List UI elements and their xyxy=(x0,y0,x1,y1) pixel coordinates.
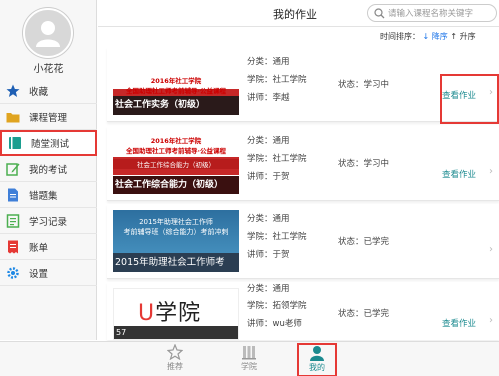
username: 小花花 xyxy=(33,64,64,75)
sidebar-item-course-management[interactable]: 课程管理 xyxy=(0,104,97,130)
bill-icon xyxy=(8,240,18,253)
bottom-tab-bar: 推荐 学院 我的 xyxy=(0,341,499,376)
search-box[interactable] xyxy=(367,4,497,22)
course-status: 状态：已学完 xyxy=(338,309,390,319)
chevron-right-icon: › xyxy=(489,244,493,255)
course-thumbnail: 2016年社工学院 全国助理社工师考前辅导·公益课程 社会工作综合能力（初级） … xyxy=(113,132,239,194)
record-icon xyxy=(6,213,20,228)
course-card[interactable]: 2016年社工学院 全国助理社工师考前辅导·公益课程 社会工作综合能力（初级） … xyxy=(107,126,499,201)
search-input[interactable] xyxy=(388,7,492,20)
gear-icon xyxy=(7,266,19,279)
tab-recommend[interactable]: 推荐 xyxy=(155,344,195,376)
course-category: 分类：通用 xyxy=(247,136,290,146)
course-card[interactable]: 2015年助理社会工作师 考前辅导班（综合能力）考前冲刺 2015年助理社会工作… xyxy=(107,204,499,279)
college-icon xyxy=(242,346,256,360)
sidebar-item-label: 课程管理 xyxy=(29,112,68,124)
sidebar-item-mistakes[interactable]: 错题集 xyxy=(0,182,97,208)
avatar[interactable] xyxy=(23,8,73,58)
course-category: 分类：通用 xyxy=(247,284,290,294)
course-category: 分类：通用 xyxy=(247,214,290,224)
star-icon xyxy=(6,84,20,97)
course-card[interactable]: U学院 57 分类：通用 学院：拓领学院 讲师：wu老师 状态：已学完 查看作业… xyxy=(107,282,499,340)
sidebar-item-study-record[interactable]: 学习记录 xyxy=(0,208,97,234)
tab-mine[interactable]: 我的 xyxy=(297,343,337,376)
course-teacher: 讲师：李越 xyxy=(247,93,290,103)
sidebar-item-label: 学习记录 xyxy=(29,216,68,228)
course-college: 学院：拓领学院 xyxy=(247,301,307,311)
course-status: 状态：已学完 xyxy=(338,237,390,247)
thumbnail-title: 2015年助理社会工作师 考前辅导班（综合能力）考前冲刺 xyxy=(123,218,229,236)
course-thumbnail: 2015年助理社会工作师 考前辅导班（综合能力）考前冲刺 2015年助理社会工作… xyxy=(113,210,239,272)
course-logo: U学院 xyxy=(138,301,202,326)
chevron-right-icon: › xyxy=(489,315,493,326)
thumbnail-title: 2016年社工学院 全国助理社工师考前辅导·公益课程 xyxy=(126,77,226,95)
recommend-icon xyxy=(167,344,183,360)
course-category: 分类：通用 xyxy=(247,57,290,67)
view-homework-link[interactable]: 查看作业 xyxy=(442,317,476,329)
sort-bar: 时间排序： ↓ 降序 ↑ 升序 xyxy=(380,31,476,42)
course-thumbnail: 2016年社工学院 全国助理社工师考前辅导·公益课程 社会工作实务（初级） xyxy=(113,53,239,115)
sidebar-item-label: 设置 xyxy=(29,268,49,280)
sidebar-item-class-test[interactable]: 随堂测试 xyxy=(0,130,97,156)
course-teacher: 讲师：wu老师 xyxy=(247,319,302,329)
tab-label: 我的 xyxy=(309,363,325,372)
book-icon xyxy=(9,137,21,149)
sidebar-item-label: 账单 xyxy=(29,242,49,254)
search-icon xyxy=(374,8,385,19)
course-teacher: 讲师：于贺 xyxy=(247,250,290,260)
chevron-right-icon: › xyxy=(489,166,493,177)
sidebar-menu: 收藏 课程管理 随堂测试 我的考试 错题集 学习记录 账单 设置 xyxy=(0,78,97,286)
course-status: 状态：学习中 xyxy=(338,80,390,90)
document-icon xyxy=(8,188,18,201)
tab-label: 学院 xyxy=(241,362,257,371)
folder-icon xyxy=(6,112,20,122)
thumbnail-caption: 57 xyxy=(114,326,238,339)
course-teacher: 讲师：于贺 xyxy=(247,172,290,182)
user-icon xyxy=(310,346,324,361)
view-homework-link[interactable]: 查看作业 xyxy=(442,168,476,180)
sort-desc-button[interactable]: ↓ 降序 xyxy=(423,32,448,41)
sort-asc-button[interactable]: ↑ 升序 xyxy=(450,32,475,41)
sidebar-item-favorites[interactable]: 收藏 xyxy=(0,78,97,104)
sidebar-item-label: 随堂测试 xyxy=(31,139,70,150)
thumbnail-title: 2016年社工学院 全国助理社工师考前辅导·公益课程 xyxy=(126,137,226,155)
thumbnail-subtitle: 社会工作综合能力（初级） xyxy=(113,159,239,169)
course-status: 状态：学习中 xyxy=(338,159,390,169)
sidebar-item-settings[interactable]: 设置 xyxy=(0,260,97,286)
sort-label: 时间排序： xyxy=(380,32,420,41)
course-thumbnail: U学院 57 xyxy=(113,288,239,340)
thumbnail-caption: 社会工作实务（初级） xyxy=(113,96,239,115)
course-college: 学院：社工学院 xyxy=(247,232,307,242)
thumbnail-caption: 社会工作综合能力（初级） xyxy=(113,175,239,194)
tab-label: 推荐 xyxy=(167,362,183,371)
sidebar-item-label: 我的考试 xyxy=(29,164,68,176)
highlight-box xyxy=(440,74,499,124)
sidebar-item-my-exams[interactable]: 我的考试 xyxy=(0,156,97,182)
course-college: 学院：社工学院 xyxy=(247,154,307,164)
sidebar-item-label: 收藏 xyxy=(29,86,49,98)
edit-icon xyxy=(6,162,20,176)
sidebar: 小花花 收藏 课程管理 随堂测试 我的考试 错题集 学习记录 账单 设置 xyxy=(0,0,97,340)
sidebar-item-label: 错题集 xyxy=(29,190,58,202)
thumbnail-caption: 2015年助理社会工作师考 xyxy=(113,253,239,272)
user-avatar-icon xyxy=(36,21,60,47)
sidebar-item-bills[interactable]: 账单 xyxy=(0,234,97,260)
tab-college[interactable]: 学院 xyxy=(229,344,269,376)
course-college: 学院：社工学院 xyxy=(247,75,307,85)
page-title: 我的作业 xyxy=(273,8,317,21)
